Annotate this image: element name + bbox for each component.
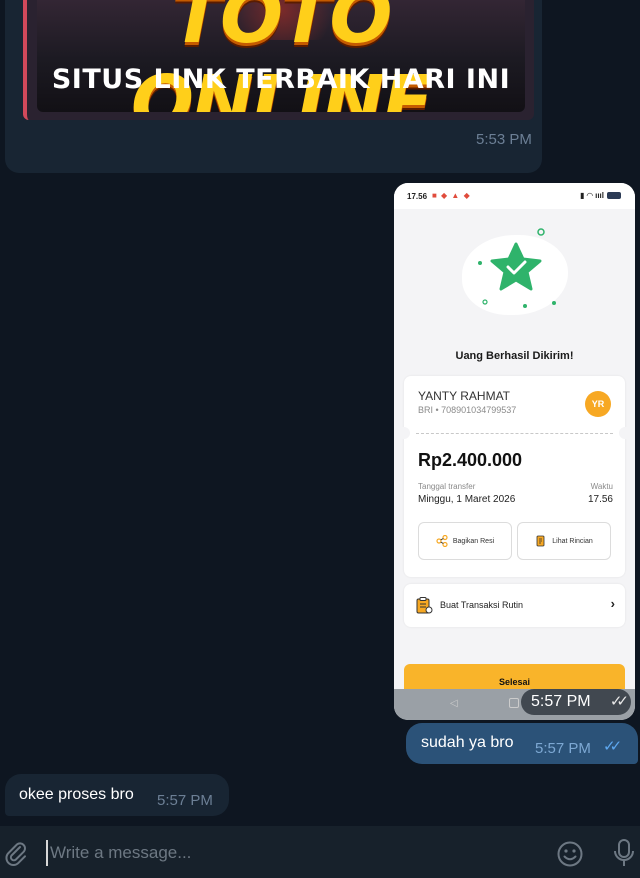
- avatar: YR: [585, 391, 611, 417]
- date-value: Minggu, 1 Maret 2026: [418, 494, 516, 505]
- time-value: 17.56: [587, 494, 613, 505]
- banner-artwork: TOTO ONLINE SITUS LINK TERBAIK HARI INI: [37, 0, 525, 112]
- receipt-card: YANTY RAHMAT BRI • 708901034799537 YR Rp…: [398, 376, 631, 577]
- banner-subtitle: SITUS LINK TERBAIK HARI INI: [51, 64, 511, 95]
- message-composer: [0, 826, 640, 878]
- date-label: Tanggal transfer: [418, 482, 476, 491]
- recipient-name: YANTY RAHMAT: [418, 389, 511, 403]
- home-icon: [509, 698, 519, 708]
- message-time: 5:53 PM: [476, 131, 532, 148]
- message-time: 5:57 PM: [531, 693, 591, 710]
- chevron-right-icon: ›: [610, 596, 615, 611]
- outgoing-text-message[interactable]: sudah ya bro 5:57 PM ✓✓: [406, 723, 638, 764]
- message-text: okee proses bro: [19, 786, 134, 803]
- message-input[interactable]: [46, 840, 526, 866]
- incoming-image-message[interactable]: TOTO ONLINE SITUS LINK TERBAIK HARI INI …: [5, 0, 542, 173]
- message-time: 5:57 PM: [157, 792, 213, 809]
- signal-wifi-battery-icon: ▮ ◠ ıııl: [580, 191, 621, 200]
- microphone-icon[interactable]: [612, 838, 636, 868]
- banner-title: TOTO ONLINE: [130, 0, 433, 112]
- ticket-notch: [619, 427, 631, 439]
- recurring-transaction-label: Buat Transaksi Rutin: [440, 600, 524, 610]
- incoming-text-message[interactable]: okee proses bro 5:57 PM: [5, 774, 229, 816]
- share-receipt-label: Bagikan Resi: [452, 537, 495, 545]
- recurring-transaction-row: Buat Transaksi Rutin ›: [404, 584, 625, 627]
- back-icon: ◁: [450, 698, 458, 709]
- promo-banner-image[interactable]: TOTO ONLINE SITUS LINK TERBAIK HARI INI: [23, 0, 534, 120]
- phone-clock: 17.56: [407, 192, 428, 201]
- message-time: 5:57 PM: [535, 740, 591, 757]
- phone-status-bar: 17.56 ■ ◆ ▲ ◆ ▮ ◠ ıııl: [394, 183, 635, 209]
- clipboard-icon: [416, 597, 433, 614]
- view-details-button: Lihat Rincian: [517, 522, 611, 560]
- double-check-icon: ✓✓: [609, 693, 629, 710]
- time-label: Waktu: [590, 482, 613, 491]
- outgoing-image-message[interactable]: 17.56 ■ ◆ ▲ ◆ ▮ ◠ ıııl Uang Berhasil Dik…: [394, 183, 635, 720]
- emoji-icon[interactable]: [556, 840, 584, 868]
- dashed-divider: [416, 433, 613, 434]
- paperclip-icon[interactable]: [2, 839, 30, 867]
- receipt-icon: [536, 535, 545, 547]
- notification-icons: ■ ◆ ▲ ◆: [432, 191, 471, 200]
- battery-icon: [607, 192, 621, 200]
- view-details-label: Lihat Rincian: [552, 537, 593, 545]
- transfer-amount: Rp2.400.000: [418, 450, 523, 470]
- message-text: sudah ya bro: [421, 734, 514, 751]
- share-icon: [436, 535, 448, 547]
- ticket-notch: [398, 427, 410, 439]
- transfer-success-screen: Uang Berhasil Dikirim! YANTY RAHMAT BRI …: [394, 209, 635, 701]
- success-star-icon: [478, 228, 556, 308]
- double-check-icon: ✓✓: [603, 738, 622, 755]
- chat-history: TOTO ONLINE SITUS LINK TERBAIK HARI INI …: [0, 0, 640, 826]
- share-receipt-button: Bagikan Resi: [418, 522, 512, 560]
- recipient-account: BRI • 708901034799537: [418, 405, 517, 415]
- success-title: Uang Berhasil Dikirim!: [455, 350, 574, 362]
- image-time-badge: 5:57 PM ✓✓: [521, 689, 631, 715]
